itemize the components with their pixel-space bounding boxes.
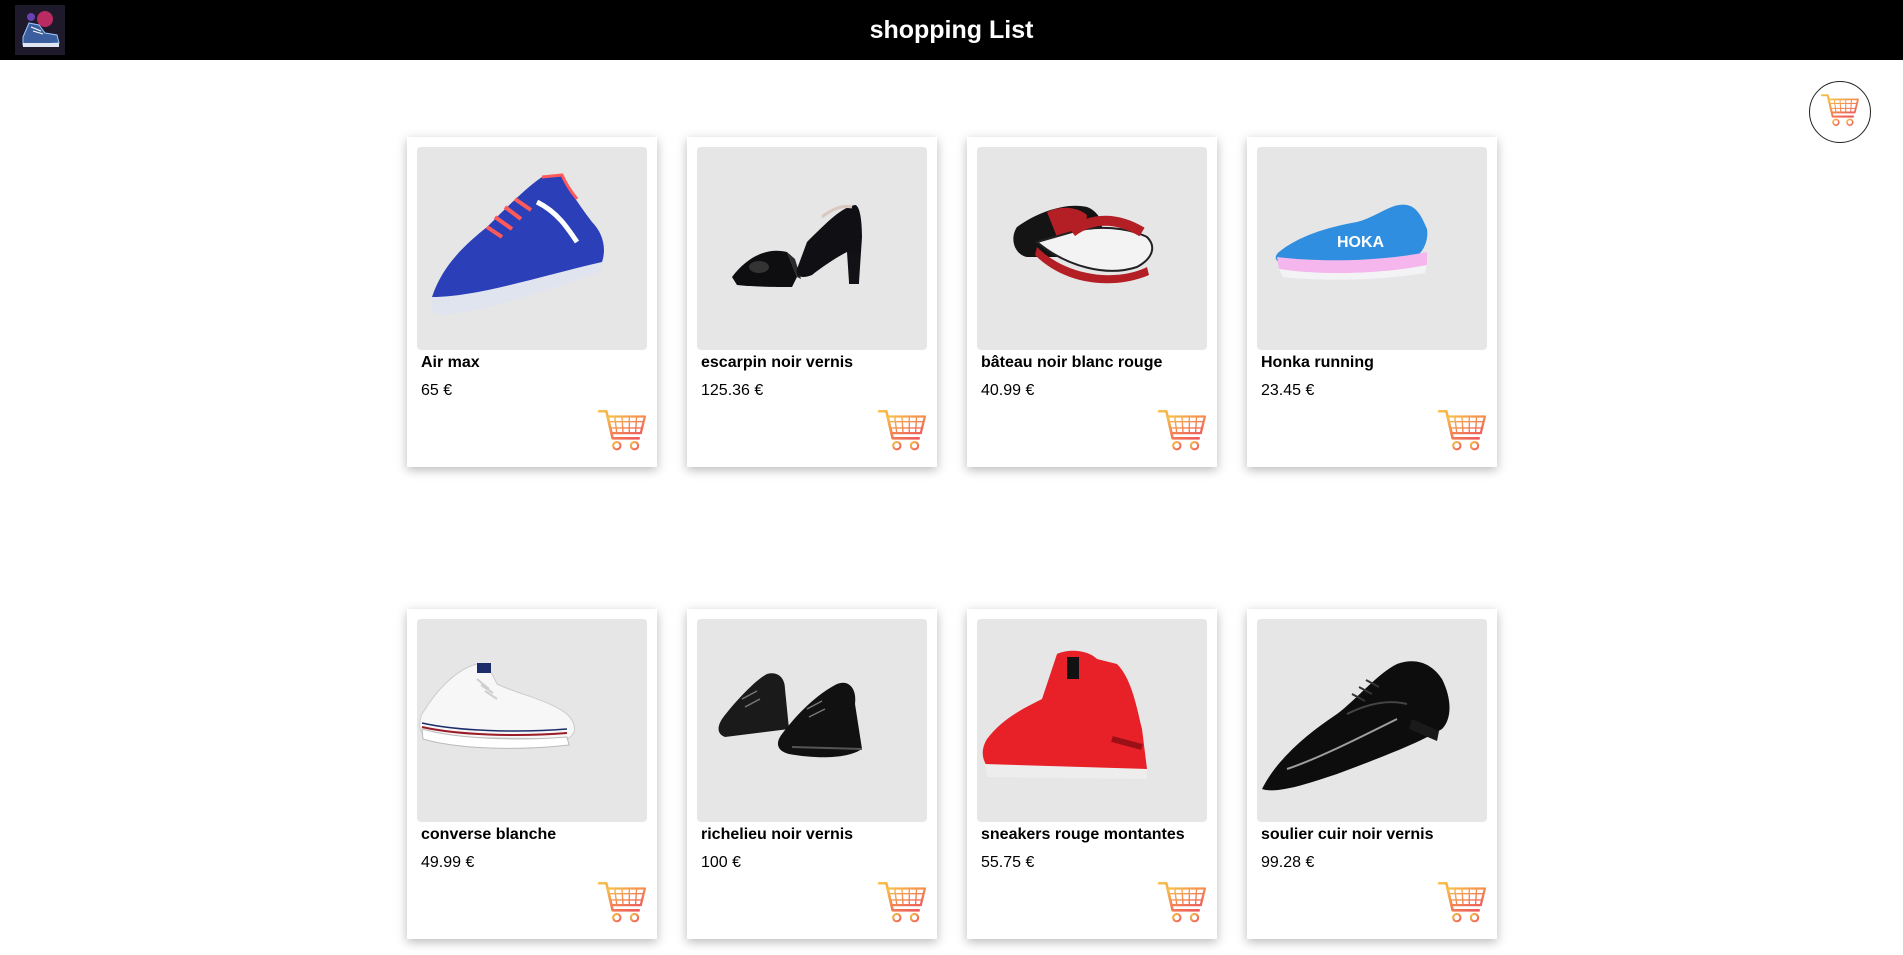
add-to-cart-button[interactable] <box>597 407 647 457</box>
shopping-cart-icon <box>877 409 927 457</box>
product-image <box>417 147 647 350</box>
product-image <box>1257 619 1487 822</box>
shopping-cart-icon <box>1157 881 1207 929</box>
add-to-cart-button[interactable] <box>1437 407 1487 457</box>
add-to-cart-button[interactable] <box>877 407 927 457</box>
add-to-cart-button[interactable] <box>1437 879 1487 929</box>
add-to-cart-button[interactable] <box>597 879 647 929</box>
product-price: 99.28 € <box>1261 854 1315 871</box>
svg-text:HOKA: HOKA <box>1337 234 1385 251</box>
shopping-cart-icon <box>1157 409 1207 457</box>
product-image <box>417 619 647 822</box>
product-card: soulier cuir noir vernis 99.28 € <box>1247 609 1497 939</box>
shopping-cart-icon <box>1820 92 1860 133</box>
add-to-cart-button[interactable] <box>1157 407 1207 457</box>
product-card: richelieu noir vernis 100 € <box>687 609 937 939</box>
product-card: escarpin noir vernis 125.36 € <box>687 137 937 467</box>
product-name: richelieu noir vernis <box>701 826 854 843</box>
product-price: 55.75 € <box>981 854 1035 871</box>
product-image <box>977 147 1207 350</box>
product-name: soulier cuir noir vernis <box>1261 826 1434 843</box>
product-image <box>697 147 927 350</box>
add-to-cart-button[interactable] <box>1157 879 1207 929</box>
product-name: bâteau noir blanc rouge <box>981 354 1163 371</box>
product-image: HOKA <box>1257 147 1487 350</box>
product-image <box>977 619 1207 822</box>
product-image <box>697 619 927 822</box>
shopping-cart-icon <box>1437 881 1487 929</box>
shopping-cart-icon <box>877 881 927 929</box>
product-card: Air max 65 € <box>407 137 657 467</box>
shopping-cart-icon <box>597 881 647 929</box>
product-name: Honka running <box>1261 354 1374 371</box>
product-card: sneakers rouge montantes 55.75 € <box>967 609 1217 939</box>
product-card: converse blanche 49.99 € <box>407 609 657 939</box>
top-bar: shopping List <box>0 0 1903 60</box>
product-name: Air max <box>421 354 480 371</box>
product-price: 23.45 € <box>1261 382 1315 399</box>
product-name: escarpin noir vernis <box>701 354 854 371</box>
page-title: shopping List <box>869 16 1034 44</box>
product-name: converse blanche <box>421 826 557 843</box>
shopping-cart-icon <box>1437 409 1487 457</box>
shopping-cart-icon <box>597 409 647 457</box>
product-price: 65 € <box>421 382 453 399</box>
product-price: 49.99 € <box>421 854 475 871</box>
product-card: HOKA Honka running 23.45 € <box>1247 137 1497 467</box>
cart-button[interactable] <box>1809 81 1871 143</box>
add-to-cart-button[interactable] <box>877 879 927 929</box>
product-price: 40.99 € <box>981 382 1035 399</box>
product-name: sneakers rouge montantes <box>981 826 1185 843</box>
product-card: bâteau noir blanc rouge 40.99 € <box>967 137 1217 467</box>
product-price: 100 € <box>701 854 742 871</box>
product-price: 125.36 € <box>701 382 764 399</box>
